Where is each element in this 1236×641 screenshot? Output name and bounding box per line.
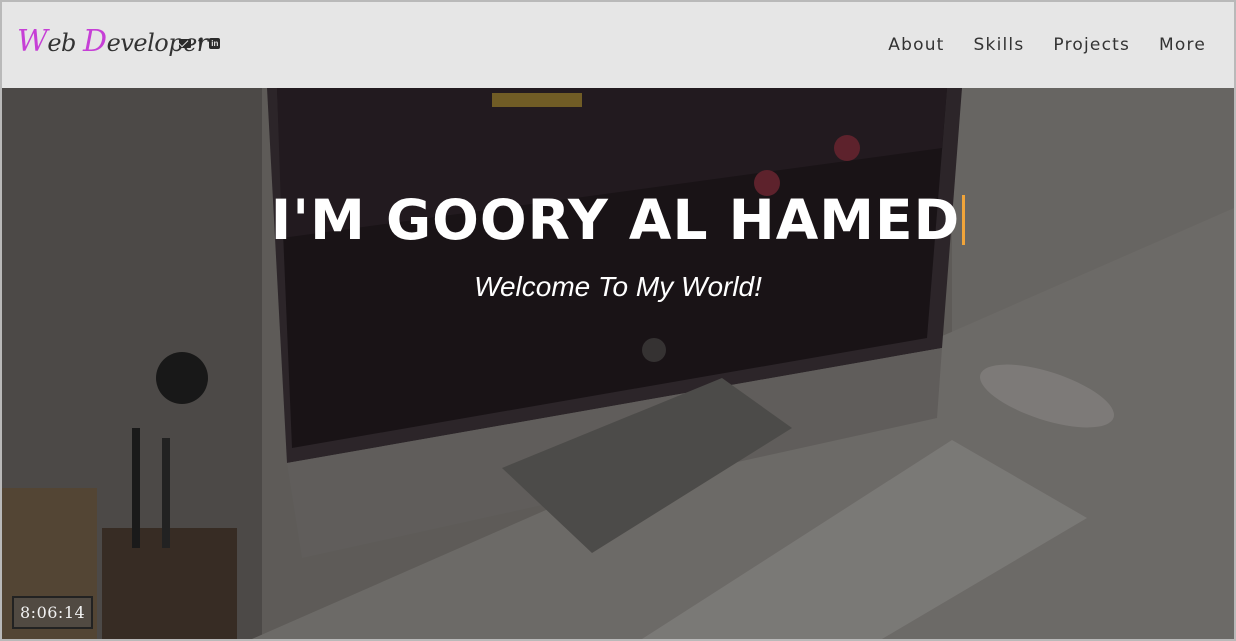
hero-dark-overlay xyxy=(2,88,1234,639)
hero-section: I'M GOORY AL HAMED Welcome To My World! … xyxy=(2,88,1234,639)
typing-cursor xyxy=(962,195,966,245)
clock-widget: 8:06:14 xyxy=(12,596,94,629)
logo-text-eb: eb xyxy=(47,29,84,57)
linkedin-icon[interactable]: in xyxy=(209,37,221,49)
nav-projects[interactable]: Projects xyxy=(1053,35,1130,55)
nav-skills[interactable]: Skills xyxy=(974,35,1025,55)
hero-headline: I'M GOORY AL HAMED xyxy=(2,188,1234,252)
nav-about[interactable]: About xyxy=(888,35,944,55)
logo-letter-d: D xyxy=(83,24,107,59)
facebook-icon[interactable]: f xyxy=(198,36,202,49)
social-links: f in xyxy=(179,36,221,49)
hero-headline-text: I'M GOORY AL HAMED xyxy=(270,188,961,252)
nav-more[interactable]: More xyxy=(1159,35,1206,55)
browser-viewport: Web Developer f in About Skills Projects… xyxy=(0,0,1236,641)
main-nav: About Skills Projects More xyxy=(888,35,1206,55)
navbar: Web Developer f in About Skills Projects… xyxy=(2,2,1234,88)
hero-tagline: Welcome To My World! xyxy=(474,271,762,302)
envelope-icon[interactable] xyxy=(179,38,191,48)
logo-letter-w: W xyxy=(17,24,48,59)
